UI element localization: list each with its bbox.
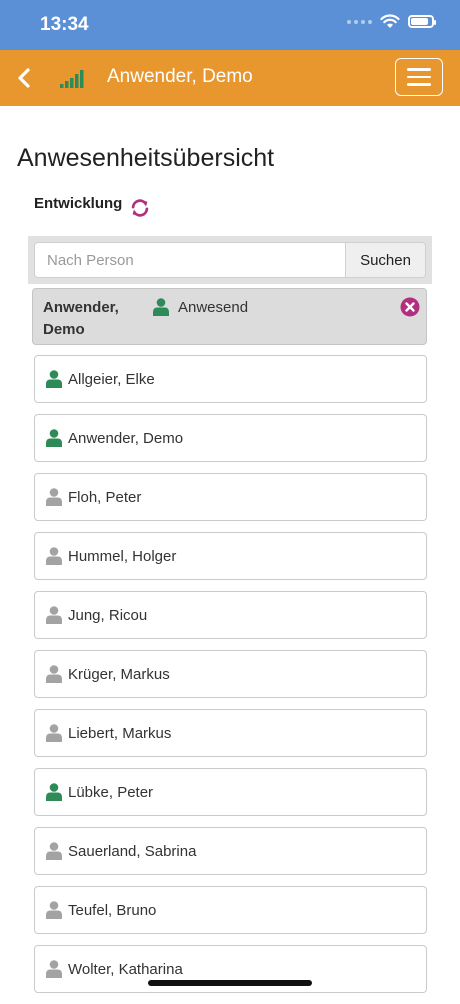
group-row: Entwicklung xyxy=(34,192,151,217)
person-list-item[interactable]: Lübke, Peter xyxy=(34,768,427,816)
close-icon[interactable] xyxy=(400,297,420,317)
hamburger-icon xyxy=(407,68,431,71)
person-absent-icon xyxy=(46,724,62,742)
person-list-item[interactable]: Hummel, Holger xyxy=(34,532,427,580)
refresh-icon[interactable] xyxy=(129,197,151,219)
search-button[interactable]: Suchen xyxy=(346,242,426,278)
person-list-item[interactable]: Sauerland, Sabrina xyxy=(34,827,427,875)
person-list-item[interactable]: Teufel, Bruno xyxy=(34,886,427,934)
person-name: Krüger, Markus xyxy=(68,665,170,683)
person-list: Allgeier, Elke Anwender, Demo Floh, Peter H… xyxy=(34,355,427,1004)
wifi-icon xyxy=(380,14,400,28)
person-list-item[interactable]: Floh, Peter xyxy=(34,473,427,521)
cellular-signal-icon xyxy=(347,19,372,24)
person-list-item[interactable]: Jung, Ricou xyxy=(34,591,427,639)
person-name: Liebert, Markus xyxy=(68,724,172,742)
person-list-item[interactable]: Krüger, Markus xyxy=(34,650,427,698)
person-name: Wolter, Katharina xyxy=(68,960,183,978)
status-icons xyxy=(347,14,436,29)
person-present-icon xyxy=(153,298,169,316)
page-title: Anwesenheitsübersicht xyxy=(17,144,275,172)
person-name: Anwender, Demo xyxy=(68,429,184,447)
person-name: Teufel, Bruno xyxy=(68,901,157,919)
selected-person-card: Anwender, Demo Anwesend xyxy=(32,288,427,345)
selected-person-name: Anwender, Demo xyxy=(43,299,119,338)
search-bar: Suchen xyxy=(28,236,432,284)
app-header: Anwender, Demo xyxy=(0,50,460,106)
person-list-item[interactable]: Allgeier, Elke xyxy=(34,355,427,403)
header-title: Anwender, Demo xyxy=(107,66,253,87)
person-present-icon xyxy=(46,370,62,388)
person-name: Floh, Peter xyxy=(68,488,142,506)
person-absent-icon xyxy=(46,606,62,624)
person-absent-icon xyxy=(46,901,62,919)
person-list-item[interactable]: Liebert, Markus xyxy=(34,709,427,757)
person-present-icon xyxy=(46,783,62,801)
person-name: Allgeier, Elke xyxy=(68,370,155,388)
person-absent-icon xyxy=(46,665,62,683)
home-indicator xyxy=(148,980,312,986)
back-button[interactable] xyxy=(12,64,38,92)
person-name: Lübke, Peter xyxy=(68,783,154,801)
selected-person-status: Anwesend xyxy=(153,298,248,316)
menu-button[interactable] xyxy=(395,58,443,96)
person-present-icon xyxy=(46,429,62,447)
person-absent-icon xyxy=(46,488,62,506)
person-list-item[interactable]: Anwender, Demo xyxy=(34,414,427,462)
person-absent-icon xyxy=(46,842,62,860)
status-time: 13:34 xyxy=(40,14,89,35)
status-bar: 13:34 xyxy=(0,0,460,50)
battery-icon xyxy=(408,15,436,28)
person-name: Jung, Ricou xyxy=(68,606,148,624)
group-label: Entwicklung xyxy=(34,194,123,212)
connection-signal-icon xyxy=(60,70,84,88)
selected-status-label: Anwesend xyxy=(178,298,249,316)
person-absent-icon xyxy=(46,960,62,978)
person-name: Sauerland, Sabrina xyxy=(68,842,197,860)
search-input[interactable] xyxy=(34,242,346,278)
person-name: Hummel, Holger xyxy=(68,547,177,565)
person-absent-icon xyxy=(46,547,62,565)
